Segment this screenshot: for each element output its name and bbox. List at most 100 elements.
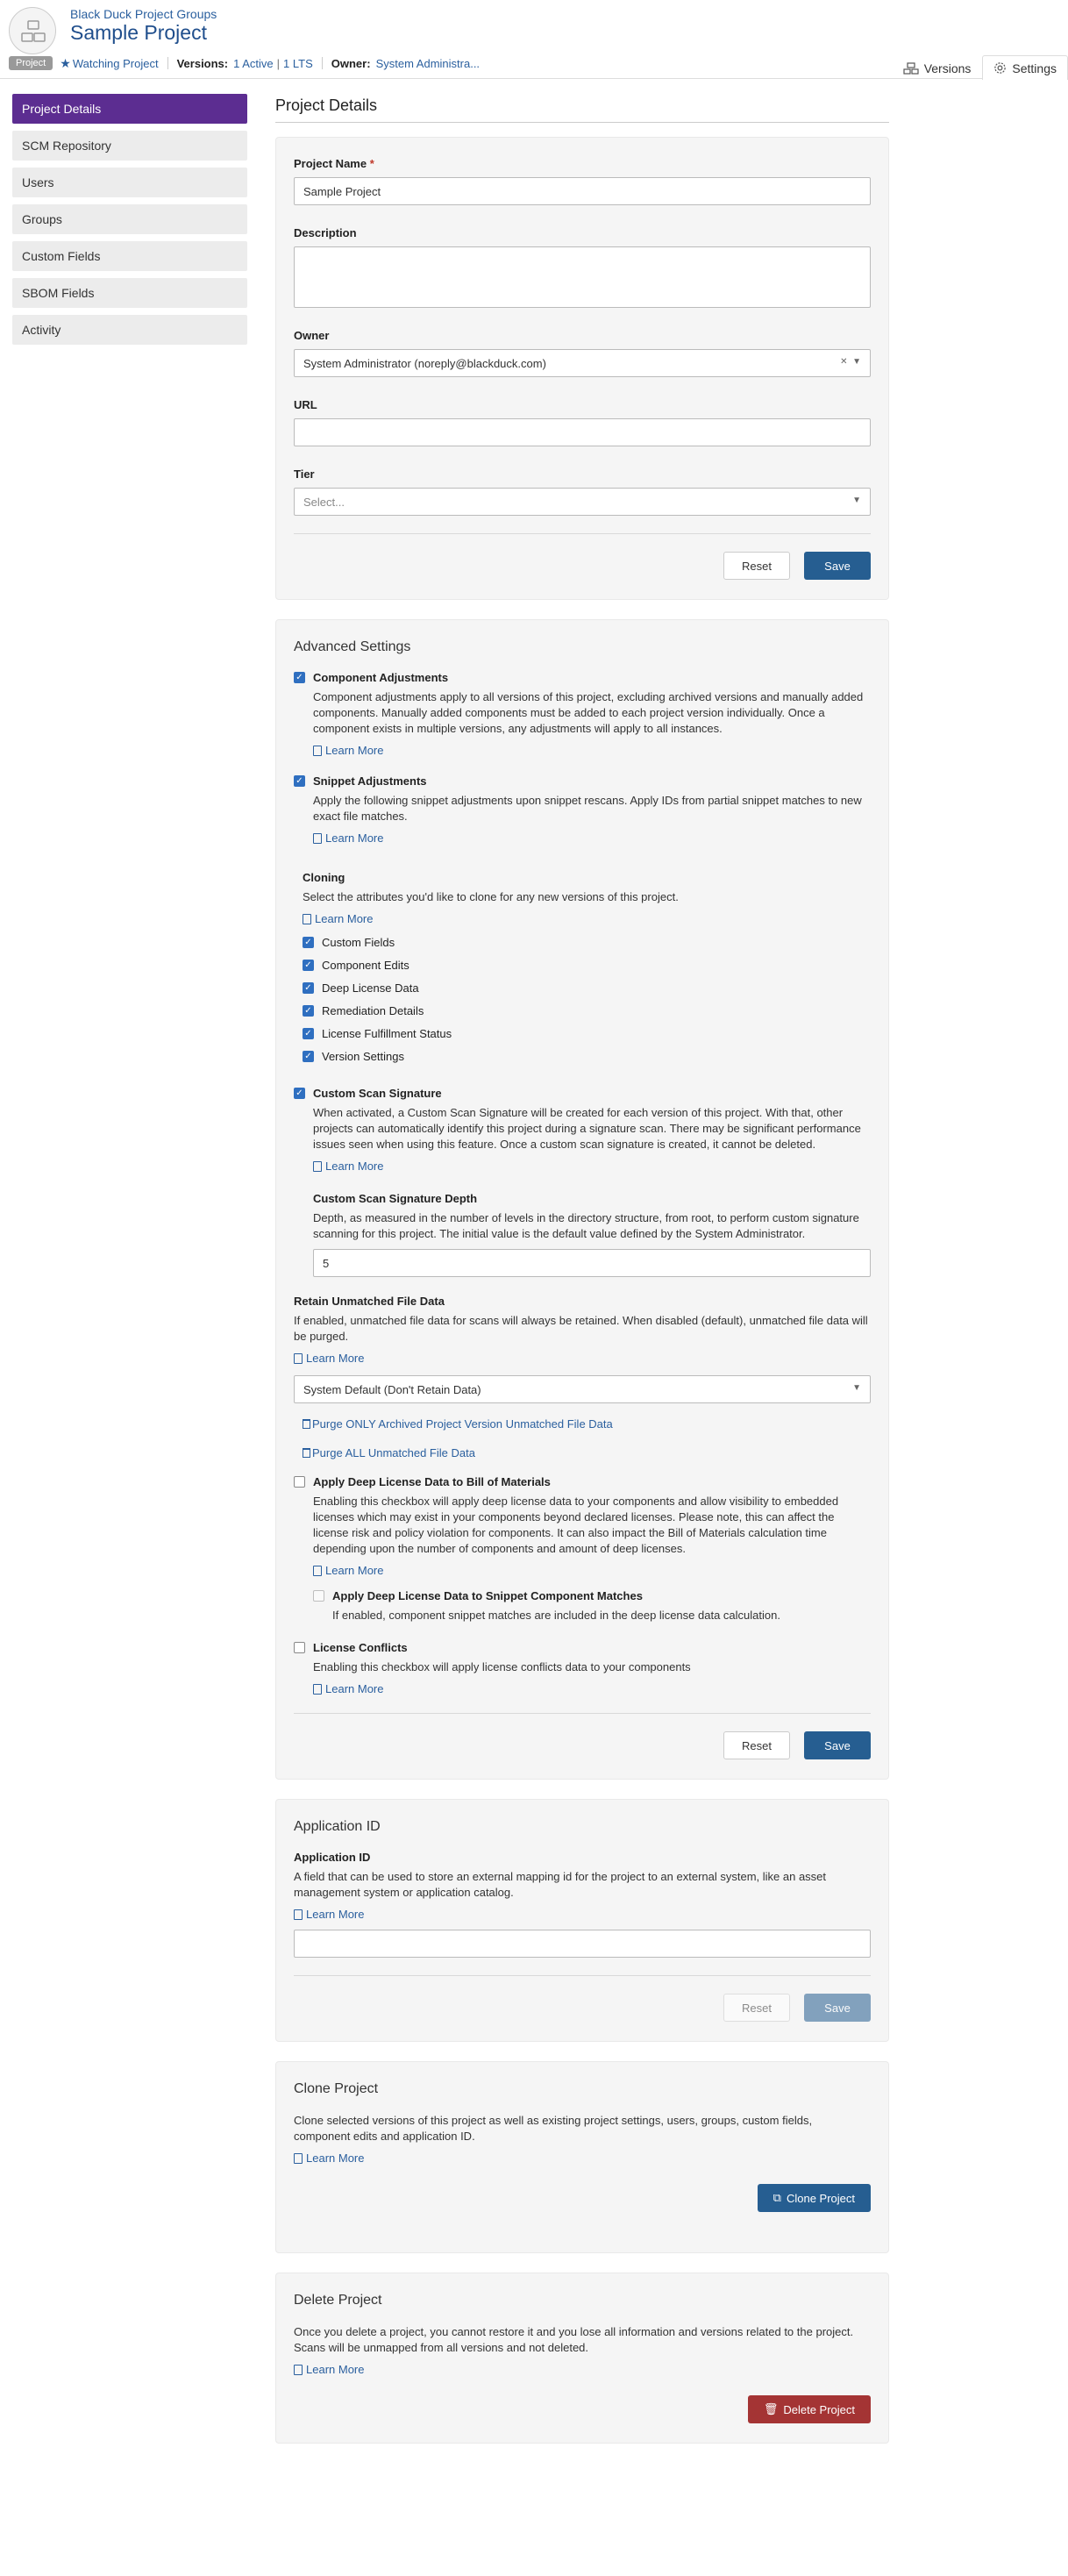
description-textarea[interactable] — [294, 246, 871, 308]
project-name-input[interactable]: Sample Project — [294, 177, 871, 205]
application-id-description: A field that can be used to store an ext… — [294, 1870, 827, 1899]
setting-title: Custom Scan Signature — [313, 1087, 442, 1100]
delete-project-title: Delete Project — [294, 2293, 382, 2308]
clone-option-custom-fields[interactable]: ✓ Custom Fields — [303, 936, 871, 950]
learn-more-link[interactable]: Learn More — [313, 1160, 871, 1173]
setting-title: License Conflicts — [313, 1641, 408, 1654]
clone-option-version-settings[interactable]: ✓ Version Settings — [303, 1050, 871, 1064]
setting-description: Depth, as measured in the number of leve… — [313, 1211, 859, 1240]
application-id-input[interactable] — [294, 1930, 871, 1958]
save-button[interactable]: Save — [804, 1994, 871, 2022]
clear-and-chevron-icon[interactable]: ✕ ▼ — [840, 357, 861, 367]
retain-data-value: System Default (Don't Retain Data) — [303, 1382, 481, 1396]
divider — [294, 1713, 871, 1714]
star-icon[interactable]: ★ — [60, 56, 71, 71]
setting-description: Apply the following snippet adjustments … — [313, 794, 862, 823]
sidebar-item-sbom-fields[interactable]: SBOM Fields — [12, 278, 247, 308]
checkbox[interactable]: ✓ — [303, 1005, 314, 1017]
learn-more-link[interactable]: Learn More — [303, 912, 871, 925]
checkbox[interactable]: ✓ — [303, 1051, 314, 1062]
tab-versions[interactable]: Versions — [892, 55, 983, 80]
save-button[interactable]: Save — [804, 552, 871, 580]
clone-project-title: Clone Project — [294, 2081, 379, 2096]
tab-label: Settings — [1012, 61, 1057, 75]
learn-more-link[interactable]: Learn More — [313, 744, 871, 757]
breadcrumb-project-groups[interactable]: Black Duck Project Groups — [70, 7, 217, 21]
project-meta: Project ★ Watching Project Versions: 1 A… — [9, 55, 480, 71]
deep-license-checkbox[interactable] — [294, 1476, 305, 1488]
versions-lts-link[interactable]: 1 LTS — [283, 57, 313, 70]
advanced-settings-card: Advanced Settings ✓ Component Adjustment… — [275, 619, 889, 1780]
sidebar-item-activity[interactable]: Activity — [12, 315, 247, 345]
tab-settings[interactable]: Settings — [982, 55, 1068, 80]
project-details-card: Project Name * Sample Project Descriptio… — [275, 137, 889, 600]
learn-more-link[interactable]: Learn More — [294, 1352, 871, 1365]
clone-project-button[interactable]: ⧉ Clone Project — [757, 2184, 871, 2212]
purge-all-link[interactable]: Purge ALL Unmatched File Data — [303, 1446, 871, 1459]
versions-label: Versions: — [176, 56, 229, 70]
book-icon — [294, 1909, 303, 1920]
deep-snippet-checkbox[interactable] — [313, 1590, 324, 1602]
learn-more-link[interactable]: Learn More — [294, 1908, 871, 1921]
description-label: Description — [294, 226, 357, 239]
checkbox[interactable]: ✓ — [303, 1028, 314, 1039]
owner-label: Owner: — [331, 56, 371, 70]
application-id-label: Application ID — [294, 1851, 371, 1864]
clone-option-deep-license-data[interactable]: ✓ Deep License Data — [303, 981, 871, 995]
component-adjustments-checkbox[interactable]: ✓ — [294, 672, 305, 683]
section-title: Project Details — [275, 96, 889, 123]
details-actions: Reset Save — [294, 552, 871, 580]
snippet-adjustments-checkbox[interactable]: ✓ — [294, 775, 305, 787]
save-button[interactable]: Save — [804, 1731, 871, 1759]
license-conflicts-setting: License Conflicts Enabling this checkbox… — [294, 1641, 871, 1695]
clone-option-remediation-details[interactable]: ✓ Remediation Details — [303, 1004, 871, 1018]
page-title: Sample Project — [70, 21, 207, 44]
copy-icon: ⧉ — [773, 2191, 781, 2204]
cloning-description: Select the attributes you'd like to clon… — [303, 890, 679, 903]
retain-data-select[interactable]: System Default (Don't Retain Data) ▼ — [294, 1375, 871, 1403]
delete-project-button[interactable]: 🗑 Delete Project — [747, 2395, 871, 2423]
sidebar-item-users[interactable]: Users — [12, 168, 247, 197]
page-header: Black Duck Project Groups Sample Project… — [0, 0, 1068, 80]
license-conflicts-checkbox[interactable] — [294, 1642, 305, 1653]
component-adjustments-setting: ✓ Component Adjustments Component adjust… — [294, 671, 871, 757]
reset-button[interactable]: Reset — [723, 1731, 790, 1759]
clone-option-component-edits[interactable]: ✓ Component Edits — [303, 959, 871, 973]
checkbox[interactable]: ✓ — [303, 982, 314, 994]
learn-more-link[interactable]: Learn More — [313, 831, 871, 845]
sidebar-item-project-details[interactable]: Project Details — [12, 94, 247, 124]
tier-select[interactable]: Select... ▼ — [294, 488, 871, 516]
setting-title: Custom Scan Signature Depth — [313, 1192, 478, 1205]
clone-project-description: Clone selected versions of this project … — [294, 2114, 813, 2143]
learn-more-link[interactable]: Learn More — [313, 1564, 871, 1577]
watching-project-link[interactable]: Watching Project — [73, 57, 159, 70]
clone-option-license-fulfillment-status[interactable]: ✓ License Fulfillment Status — [303, 1027, 871, 1041]
owner-select[interactable]: System Administrator (noreply@blackduck.… — [294, 349, 871, 377]
reset-button[interactable]: Reset — [723, 552, 790, 580]
tier-placeholder: Select... — [303, 495, 345, 509]
trash-icon: 🗑 — [763, 2402, 779, 2415]
sidebar-item-custom-fields[interactable]: Custom Fields — [12, 241, 247, 271]
cloning-title: Cloning — [303, 871, 345, 884]
signature-depth-input[interactable]: 5 — [313, 1249, 871, 1277]
checkbox[interactable]: ✓ — [303, 960, 314, 971]
setting-description: If enabled, component snippet matches ar… — [332, 1609, 780, 1622]
sidebar-item-groups[interactable]: Groups — [12, 204, 247, 234]
deep-snippet-setting: Apply Deep License Data to Snippet Compo… — [313, 1589, 871, 1623]
application-id-actions: Reset Save — [294, 1994, 871, 2022]
book-icon — [313, 745, 322, 756]
url-input[interactable] — [294, 418, 871, 446]
learn-more-link[interactable]: Learn More — [294, 2151, 871, 2165]
tier-label: Tier — [294, 467, 315, 481]
custom-scan-signature-checkbox[interactable]: ✓ — [294, 1088, 305, 1099]
sidebar-item-scm-repository[interactable]: SCM Repository — [12, 131, 247, 161]
purge-archived-link[interactable]: Purge ONLY Archived Project Version Unma… — [303, 1417, 871, 1431]
learn-more-link[interactable]: Learn More — [313, 1682, 871, 1695]
owner-link[interactable]: System Administra... — [376, 57, 480, 70]
book-icon — [313, 1160, 322, 1172]
checkbox[interactable]: ✓ — [303, 937, 314, 948]
versions-active-link[interactable]: 1 Active — [233, 57, 274, 70]
owner-select-value: System Administrator (noreply@blackduck.… — [303, 356, 546, 370]
reset-button[interactable]: Reset — [723, 1994, 790, 2022]
learn-more-link[interactable]: Learn More — [294, 2363, 871, 2376]
